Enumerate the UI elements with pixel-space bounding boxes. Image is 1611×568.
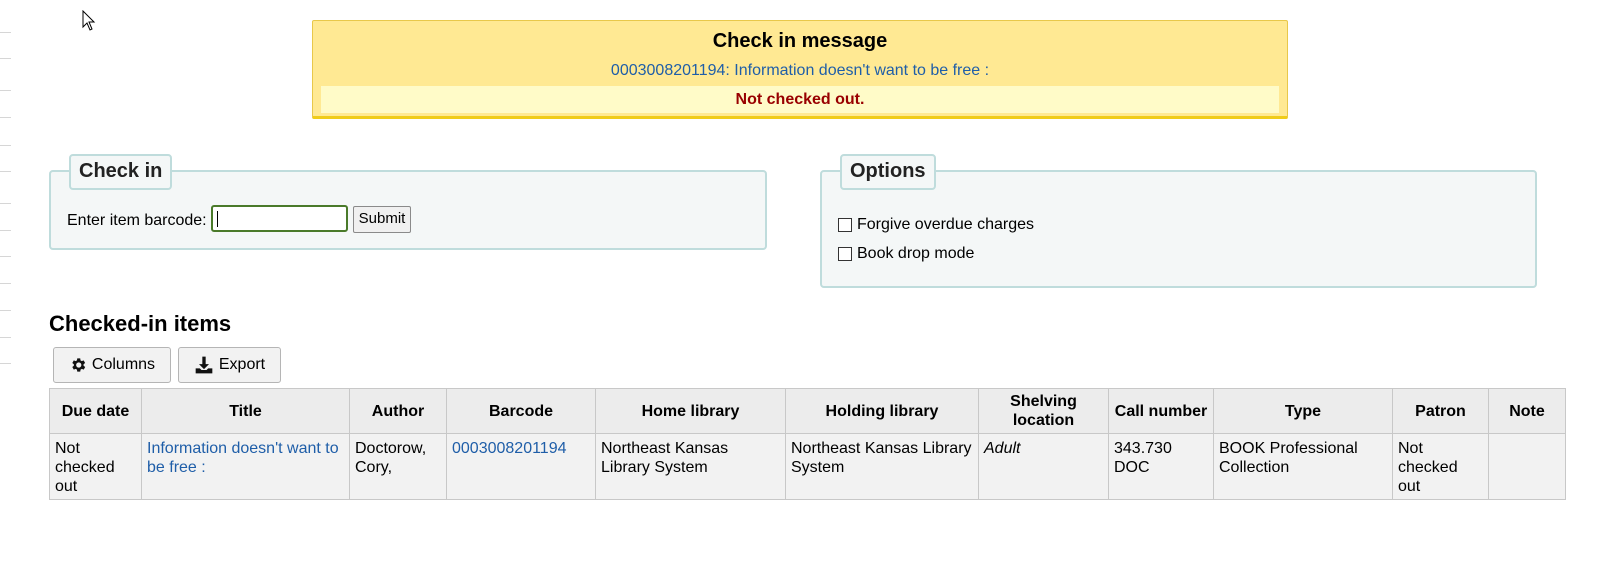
book-drop-label: Book drop mode [857, 245, 975, 262]
alert-heading: Check in message [712, 30, 888, 52]
checkin-legend: Check in [69, 154, 173, 190]
left-edge-ticks [0, 0, 12, 568]
checked-in-items-title: Checked-in items [49, 311, 232, 336]
barcode-label: Enter item barcode: [67, 212, 207, 229]
col-barcode[interactable]: Barcode [446, 388, 596, 434]
barcode-input[interactable] [211, 205, 348, 232]
export-button-label: Export [218, 356, 266, 373]
alert-item-link[interactable]: 0003008201194: Information doesn't want … [313, 62, 1287, 80]
book-drop-option[interactable]: Book drop mode [838, 245, 974, 263]
cell-author: Doctorow, Cory, [349, 433, 447, 500]
table-header-row: Due date Title Author Barcode Home libra… [49, 388, 1566, 434]
alert-status: Not checked out. [321, 86, 1279, 113]
cell-shelving-location: Adult [978, 433, 1109, 500]
mouse-cursor-icon [82, 10, 96, 31]
text-caret [217, 211, 218, 227]
cell-holding-library: Northeast Kansas Library System [785, 433, 979, 500]
col-title[interactable]: Title [141, 388, 350, 434]
barcode-link[interactable]: 0003008201194 [452, 440, 567, 457]
col-home-library[interactable]: Home library [595, 388, 786, 434]
col-shelving-location[interactable]: Shelving location [978, 388, 1109, 434]
checkin-fieldset: Check in Enter item barcode: Submit [49, 154, 767, 250]
col-note[interactable]: Note [1488, 388, 1566, 434]
download-icon [195, 356, 213, 374]
forgive-overdue-option[interactable]: Forgive overdue charges [838, 216, 1034, 234]
gear-icon [72, 358, 86, 372]
forgive-overdue-label: Forgive overdue charges [857, 216, 1034, 233]
forgive-overdue-checkbox[interactable] [838, 218, 852, 232]
cell-note [1488, 433, 1566, 500]
cell-patron: Not checked out [1392, 433, 1489, 500]
options-fieldset: Options Forgive overdue charges Book dro… [820, 154, 1537, 288]
col-due-date[interactable]: Due date [49, 388, 142, 434]
cell-due-date: Not checked out [49, 433, 142, 500]
col-patron[interactable]: Patron [1392, 388, 1489, 434]
col-author[interactable]: Author [349, 388, 447, 434]
col-holding-library[interactable]: Holding library [785, 388, 979, 434]
cell-home-library: Northeast Kansas Library System [595, 433, 786, 500]
columns-button[interactable]: Columns [53, 347, 171, 383]
cell-call-number: 343.730 DOC [1108, 433, 1214, 500]
book-drop-checkbox[interactable] [838, 247, 852, 261]
title-link[interactable]: Information doesn't want to be free : [147, 440, 339, 476]
col-type[interactable]: Type [1213, 388, 1393, 434]
col-call-number[interactable]: Call number [1108, 388, 1214, 434]
submit-button[interactable]: Submit [353, 206, 411, 233]
checked-in-items-table: Due date Title Author Barcode Home libra… [49, 388, 1566, 500]
export-button[interactable]: Export [178, 347, 281, 383]
table-row: Not checked out Information doesn't want… [49, 433, 1566, 500]
columns-button-label: Columns [91, 356, 156, 373]
options-legend: Options [840, 154, 936, 190]
cell-type: BOOK Professional Collection [1213, 433, 1393, 500]
checkin-message-alert: Check in message 0003008201194: Informat… [312, 20, 1288, 119]
